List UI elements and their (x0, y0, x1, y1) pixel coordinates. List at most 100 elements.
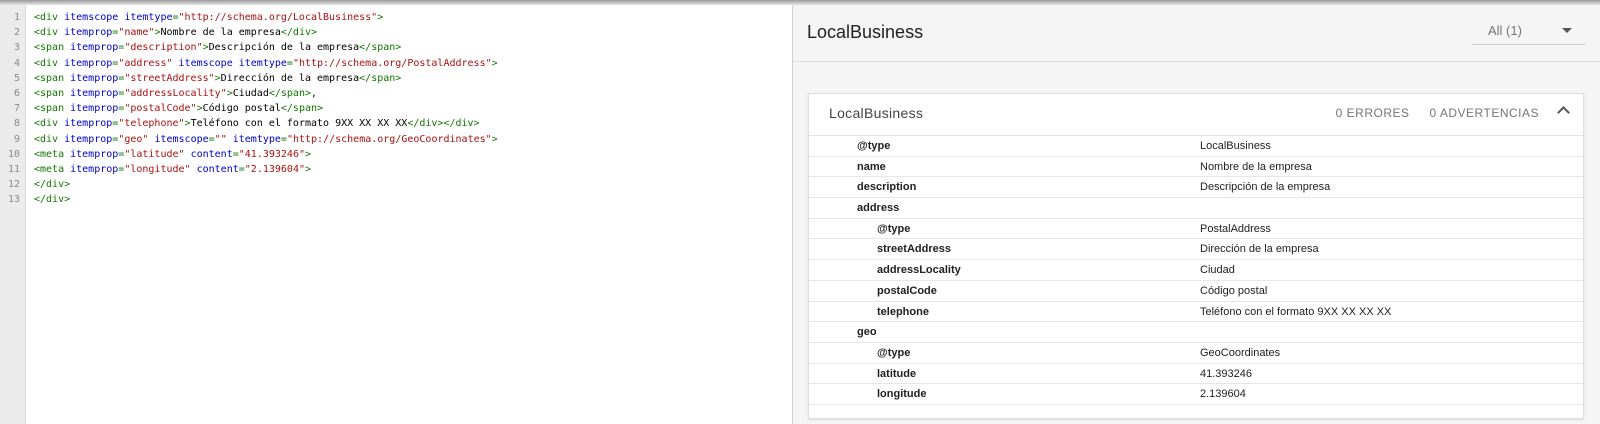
code-token: content (190, 148, 233, 160)
property-row: addressLocality Ciudad (809, 260, 1583, 281)
code-token: Ciudad (232, 87, 269, 99)
property-value: Teléfono con el formato 9XX XX XX XX (1200, 305, 1392, 318)
property-row: longitude 2.139604 (809, 384, 1583, 405)
code-token: itemprop (64, 27, 113, 39)
code-token: "streetAddress" (124, 72, 215, 84)
line-number: 5 (13, 72, 20, 84)
code-token: <span (34, 87, 71, 99)
code-token: <span (34, 72, 71, 84)
code-token: > (491, 133, 498, 145)
code-line[interactable]: 6 <span itemprop="addressLocality">Ciudad… (0, 86, 792, 101)
code-token: itemtype (232, 133, 281, 145)
panel-header: LocalBusiness All (1) (793, 5, 1600, 62)
card-header[interactable]: LocalBusiness 0 ERRORES 0 ADVERTENCIAS (809, 94, 1583, 136)
code-text: <meta itemprop="longitude" content="2.13… (26, 162, 311, 177)
line-number: 3 (13, 42, 20, 54)
property-key: latitude (877, 367, 917, 380)
code-token: > (491, 57, 498, 69)
code-token: itemprop (70, 163, 119, 175)
property-value: LocalBusiness (1200, 140, 1271, 152)
code-text: </div> (26, 192, 70, 207)
code-token: </div> (280, 27, 318, 39)
code-token: content (196, 163, 239, 175)
code-line[interactable]: 12 </div> (0, 177, 792, 192)
code-line[interactable]: 8 <div itemprop="telephone">Teléfono con … (0, 116, 792, 131)
line-number: 7 (13, 103, 20, 115)
code-token: > (305, 163, 312, 175)
property-key: postalCode (877, 284, 937, 297)
filter-label: All (1) (1488, 23, 1522, 38)
code-line[interactable]: 7 <span itemprop="postalCode">Código post… (0, 101, 792, 116)
code-token: <div (34, 12, 65, 23)
item-card: LocalBusiness 0 ERRORES 0 ADVERTENCIAS @… (808, 93, 1584, 419)
code-line[interactable]: 4 <div itemprop="address" itemscope itemt… (0, 56, 792, 71)
code-token: <div (34, 27, 65, 39)
code-line[interactable]: 10 <meta itemprop="latitude" content="41.… (0, 147, 792, 162)
code-token: Teléfono con el formato 9XX XX XX XX (190, 118, 408, 130)
line-number: 13 (7, 194, 20, 206)
code-token: > (377, 12, 384, 23)
property-value: Código postal (1200, 284, 1268, 297)
code-token: </span> (280, 103, 324, 115)
line-number: 4 (13, 57, 20, 69)
property-key: @type (877, 222, 911, 235)
result-filter-dropdown[interactable]: All (1) (1472, 17, 1586, 45)
code-token: "" (214, 133, 227, 145)
property-table: @type LocalBusiness name Nombre de la empre… (809, 136, 1583, 405)
dropdown-caret-icon (1562, 28, 1572, 33)
property-key: longitude (877, 388, 927, 401)
property-row: postalCode Código postal (809, 281, 1583, 302)
line-number: 6 (13, 87, 20, 99)
code-token: "longitude" (124, 163, 191, 175)
property-value: Nombre de la empresa (1200, 160, 1312, 173)
property-key: @type (857, 140, 891, 152)
code-line[interactable]: 13 </div> (0, 192, 792, 207)
code-token: </span> (268, 87, 311, 99)
code-token: "telephone" (118, 118, 185, 130)
code-line[interactable]: 3 <span itemprop="description">Descripció… (0, 40, 792, 55)
property-row: telephone Teléfono con el formato 9XX XX … (809, 302, 1583, 323)
property-row: @type GeoCoordinates (809, 343, 1583, 364)
code-token: <span (34, 42, 71, 54)
code-token: "2.139604" (244, 163, 305, 175)
panel-title: LocalBusiness (807, 22, 924, 42)
line-number: 11 (7, 163, 20, 175)
code-text: <div itemprop="name">Nombre de la empres… (26, 25, 317, 40)
code-token: itemprop (70, 72, 119, 84)
property-key: geo (857, 326, 877, 339)
code-token: "http://schema.org/GeoCoordinates" (286, 133, 492, 145)
code-token: </div></div> (407, 118, 480, 130)
code-line[interactable]: 9 <div itemprop="geo" itemscope="" itemty… (0, 132, 792, 147)
code-token: Nombre de la empresa (160, 27, 281, 39)
code-token: itemprop (70, 42, 119, 54)
code-line[interactable]: 2 <div itemprop="name">Nombre de la empre… (0, 25, 792, 40)
code-editor[interactable]: 1 <div itemscope itemtype="http://schema.… (0, 5, 793, 424)
code-token: <div (34, 133, 65, 145)
code-lines[interactable]: 1 <div itemscope itemtype="http://schema.… (0, 10, 792, 207)
line-number: 12 (7, 179, 20, 191)
chevron-up-icon[interactable] (1557, 106, 1570, 119)
property-value: Dirección de la empresa (1200, 243, 1319, 256)
property-key: streetAddress (877, 243, 951, 256)
code-token: itemprop (70, 103, 119, 115)
code-token: itemprop (64, 57, 113, 69)
code-line[interactable]: 1 <div itemscope itemtype="http://schema.… (0, 10, 792, 25)
code-line[interactable]: 11 <meta itemprop="longitude" content="2.… (0, 162, 792, 177)
code-token: </div> (34, 194, 71, 206)
code-token: "address" (118, 57, 173, 69)
property-value: 41.393246 (1200, 367, 1252, 380)
code-token: <span (34, 103, 71, 115)
code-token: "http://schema.org/PostalAddress" (292, 57, 492, 69)
code-token: Código postal (202, 103, 281, 115)
property-row: description Descripción de la empresa (809, 177, 1583, 199)
code-text: <meta itemprop="latitude" content="41.39… (26, 147, 311, 162)
code-token: > (305, 148, 312, 160)
property-key: description (857, 181, 917, 194)
property-row: address (809, 198, 1583, 219)
property-row: @type PostalAddress (809, 219, 1583, 240)
code-token: Descripción de la empresa (208, 42, 360, 54)
property-value: PostalAddress (1200, 222, 1271, 235)
code-text: <span itemprop="description">Descripción… (26, 40, 401, 55)
code-line[interactable]: 5 <span itemprop="streetAddress">Direcció… (0, 71, 792, 86)
property-key: address (857, 202, 900, 215)
